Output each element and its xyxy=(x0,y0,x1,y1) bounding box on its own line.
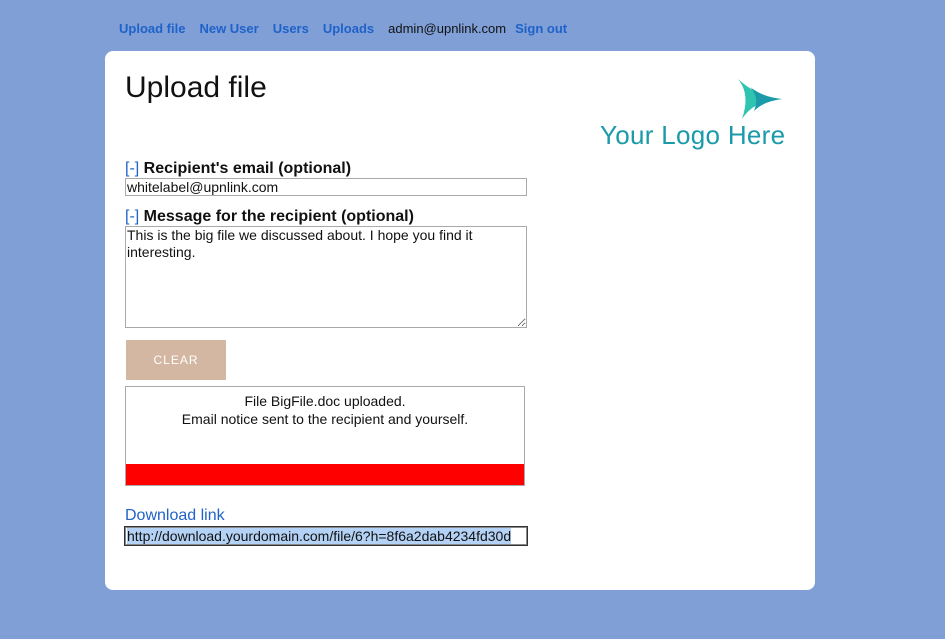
email-label: Recipient's email (optional) xyxy=(143,160,352,177)
message-label: Message for the recipient (optional) xyxy=(143,208,414,225)
email-notice-message: Email notice sent to the recipient and y… xyxy=(181,411,469,427)
nav-upload-file-link[interactable]: Upload file xyxy=(119,21,185,36)
page-title: Upload file xyxy=(125,71,267,104)
nav-users-link[interactable]: Users xyxy=(273,21,309,36)
current-user-email: admin@upnlink.com xyxy=(388,21,507,36)
recipient-email-field[interactable] xyxy=(125,178,527,196)
nav-uploads-link[interactable]: Uploads xyxy=(323,21,374,36)
recipient-message-field[interactable]: This is the big file we discussed about.… xyxy=(125,226,527,328)
logo-text: Your Logo Here xyxy=(600,120,786,150)
top-navigation: Upload file New User Users Uploads admin… xyxy=(119,21,567,36)
clear-button[interactable]: CLEAR xyxy=(126,340,226,380)
nav-new-user-link[interactable]: New User xyxy=(199,21,258,36)
message-collapse-toggle[interactable]: [-] xyxy=(125,208,139,225)
email-label-row: [-] Recipient's email (optional) xyxy=(125,160,351,178)
email-collapse-toggle[interactable]: [-] xyxy=(125,160,139,177)
sign-out-link[interactable]: Sign out xyxy=(515,21,567,36)
upload-status-box: File BigFile.doc uploaded. Email notice … xyxy=(125,386,525,486)
upload-status-message: File BigFile.doc uploaded. xyxy=(244,393,406,409)
download-link-label: Download link xyxy=(125,507,225,524)
arrow-logo-icon xyxy=(738,79,782,119)
download-link-field[interactable] xyxy=(124,526,528,546)
upload-card: Upload file Your Logo Here [-] Recipient… xyxy=(105,51,815,590)
brand-logo: Your Logo Here xyxy=(600,79,790,154)
message-label-row: [-] Message for the recipient (optional) xyxy=(125,208,414,226)
upload-progress-bar xyxy=(126,464,524,485)
